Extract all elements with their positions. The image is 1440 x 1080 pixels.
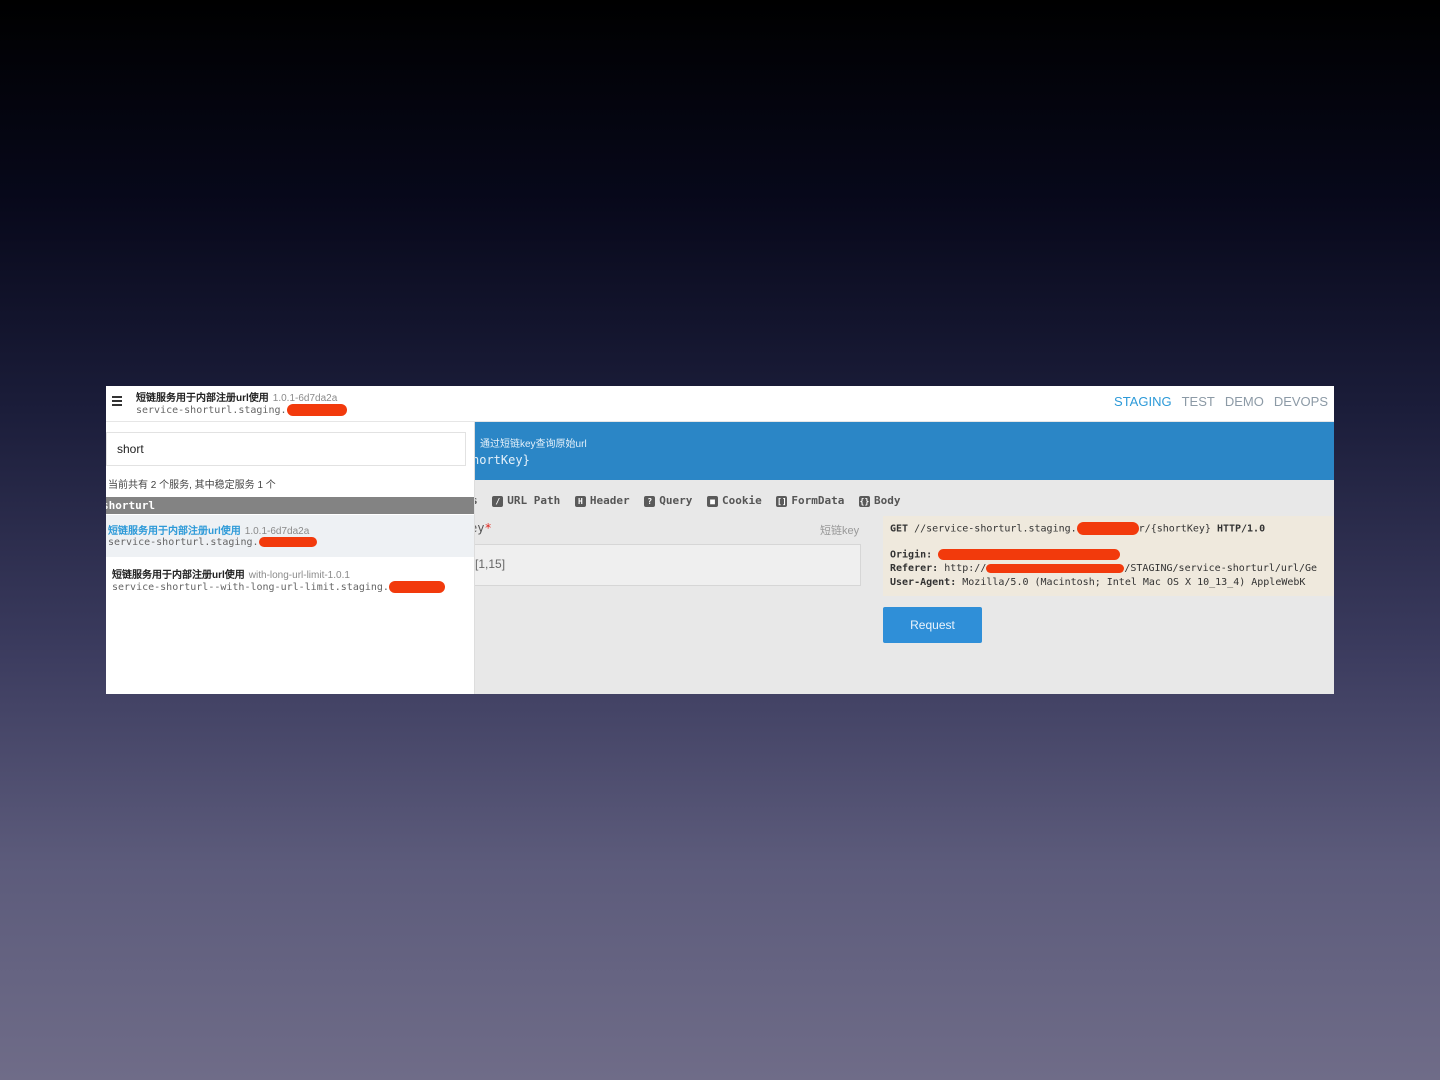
- tab-url-path-label: URL Path: [507, 494, 561, 507]
- main-panel: 通过短链key查询原始url hortKey} s / URL Path H Hea…: [474, 422, 1334, 694]
- redaction-mark: [286, 404, 347, 416]
- user-agent-line: User-Agent: Mozilla/5.0 (Macintosh; Inte…: [890, 577, 1305, 588]
- request-button[interactable]: Request: [883, 607, 982, 643]
- app-title: 短链服务用于内部注册url使用 1.0.1-6d7da2a: [136, 389, 337, 404]
- tab-body[interactable]: {} Body: [858, 494, 901, 507]
- referer-label: Referer:: [890, 563, 939, 574]
- required-mark: *: [484, 521, 492, 535]
- user-agent-label: User-Agent:: [890, 577, 957, 588]
- env-tab-devops[interactable]: DEVOPS: [1274, 394, 1328, 409]
- tab-cookie[interactable]: ■ Cookie: [706, 494, 762, 507]
- service-summary: 当前共有 2 个服务, 其中稳定服务 1 个: [108, 480, 276, 491]
- request-line: GET //service-shorturl.staging. r/{shortK…: [890, 522, 1265, 535]
- redaction-mark: [986, 563, 1125, 573]
- redaction-mark: [938, 549, 1121, 560]
- tab-body-label: Body: [873, 494, 901, 507]
- tab-header-label: Header: [589, 494, 630, 507]
- env-nav: STAGING TEST DEMO DEVOPS: [1104, 394, 1328, 409]
- param-tabs: s / URL Path H Header ? Query ■ Cookie [] For…: [474, 494, 908, 507]
- param-label-text: ey: [474, 521, 485, 535]
- tab-query[interactable]: ? Query: [644, 494, 692, 507]
- env-tab-staging[interactable]: STAGING: [1114, 394, 1172, 409]
- app-screenshot: 短链服务用于内部注册url使用 1.0.1-6d7da2a service-sho…: [106, 386, 1334, 694]
- tab-url-path[interactable]: / URL Path: [492, 494, 560, 507]
- service-name-text: 短链服务用于内部注册url使用: [108, 526, 241, 537]
- tab-query-label: Query: [659, 494, 693, 507]
- redaction-mark: [388, 581, 445, 593]
- request-url-end: r/{shortKey}: [1138, 523, 1211, 535]
- menu-icon[interactable]: [112, 396, 122, 406]
- list-item[interactable]: 短链服务用于内部注册url使用 with-long-url-limit-1.0.1…: [106, 559, 474, 601]
- param-label: ey*: [474, 521, 492, 535]
- request-url-start: //service-shorturl.staging.: [914, 523, 1077, 535]
- tab-cookie-label: Cookie: [721, 494, 762, 507]
- service-host-text: service-shorturl.staging.: [108, 537, 259, 548]
- api-banner: 通过短链key查询原始url hortKey}: [474, 422, 1334, 480]
- request-protocol: HTTP/1.0: [1216, 523, 1266, 535]
- referer-end: /STAGING/service-shorturl/url/Ge: [1124, 563, 1318, 574]
- param-hint: 短链key: [820, 525, 860, 537]
- app-title-text: 短链服务用于内部注册url使用: [136, 393, 269, 404]
- api-path: hortKey}: [474, 453, 530, 467]
- app-version: 1.0.1-6d7da2a: [272, 393, 338, 404]
- top-header: 短链服务用于内部注册url使用 1.0.1-6d7da2a service-sho…: [106, 386, 1334, 422]
- query-icon: ?: [644, 496, 656, 507]
- service-version: 1.0.1-6d7da2a: [244, 526, 310, 537]
- list-item[interactable]: 短链服务用于内部注册url使用 1.0.1-6d7da2a service-sho…: [106, 515, 474, 557]
- referer-start: http://: [944, 563, 987, 574]
- tab-header[interactable]: H Header: [574, 494, 630, 507]
- env-tab-test[interactable]: TEST: [1182, 394, 1215, 409]
- service-name-text: 短链服务用于内部注册url使用: [112, 570, 245, 581]
- search-input[interactable]: [106, 432, 466, 466]
- cookie-icon: ■: [706, 496, 718, 507]
- app-host-text: service-shorturl.staging.: [136, 405, 287, 416]
- service-host-text: service-shorturl--with-long-url-limit.st…: [112, 582, 389, 593]
- api-description: 通过短链key查询原始url: [480, 439, 587, 450]
- app-host: service-shorturl.staging.: [136, 404, 347, 416]
- group-header[interactable]: shorturl: [106, 497, 474, 514]
- redaction-mark: [258, 537, 317, 547]
- origin-line: Origin:: [890, 549, 1121, 561]
- header-icon: H: [574, 496, 586, 507]
- env-tab-demo[interactable]: DEMO: [1225, 394, 1264, 409]
- tab-formdata[interactable]: [] FormData: [776, 494, 844, 507]
- service-sidebar: 当前共有 2 个服务, 其中稳定服务 1 个 shorturl 短链服务用于内部…: [106, 422, 475, 694]
- request-method: GET: [890, 523, 909, 535]
- redaction-mark: [1076, 522, 1139, 535]
- tab-formdata-label: FormData: [791, 494, 845, 507]
- user-agent-value: Mozilla/5.0 (Macintosh; Intel Mac OS X 1…: [962, 577, 1306, 588]
- service-name: 短链服务用于内部注册url使用 1.0.1-6d7da2a: [108, 522, 309, 537]
- origin-label: Origin:: [890, 549, 933, 561]
- short-key-value: [1,15]: [475, 557, 506, 571]
- service-host: service-shorturl.staging.: [108, 537, 317, 548]
- referer-line: Referer: http:// /STAGING/service-shortur…: [890, 563, 1317, 574]
- short-key-input[interactable]: [1,15]: [474, 544, 861, 586]
- slash-icon: /: [492, 496, 504, 507]
- service-host: service-shorturl--with-long-url-limit.st…: [112, 581, 445, 593]
- body-icon: {}: [858, 496, 870, 507]
- service-version: with-long-url-limit-1.0.1: [248, 570, 350, 581]
- service-name: 短链服务用于内部注册url使用 with-long-url-limit-1.0.1: [112, 566, 350, 581]
- request-preview: GET //service-shorturl.staging. r/{shortK…: [883, 516, 1334, 596]
- formdata-icon: []: [776, 496, 788, 507]
